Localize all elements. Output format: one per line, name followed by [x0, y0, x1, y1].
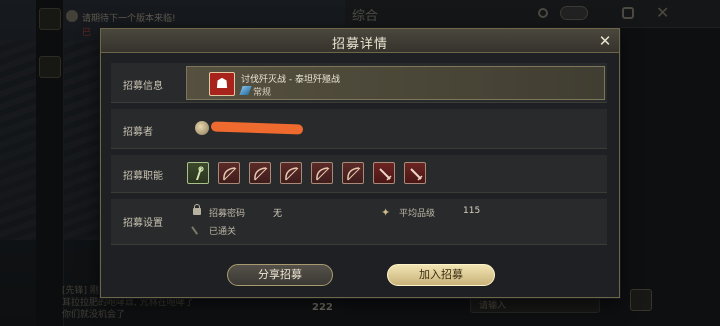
sword-icon [379, 168, 392, 181]
job-slots [187, 162, 426, 184]
sword-icon [191, 222, 204, 235]
recruit-details-dialog: 招募详情 ✕ 招募信息 ☗ 讨伐歼灭战 - 泰坦歼殛战 常规 招募者 招募职能 [100, 28, 620, 298]
bow-icon [316, 167, 330, 181]
melee-job-slot[interactable] [373, 162, 395, 184]
password-value: 无 [273, 209, 283, 219]
melee-job-slot[interactable] [404, 162, 426, 184]
sword-icon [239, 86, 252, 95]
recruiter-avatar[interactable] [195, 121, 209, 135]
ranged-job-slot[interactable] [311, 162, 333, 184]
bow-icon [254, 167, 268, 181]
recruiter-label: 招募者 [123, 127, 153, 138]
bow-icon [285, 167, 299, 181]
cleared-label: 已通关 [209, 227, 237, 237]
recruit-info-label: 招募信息 [123, 81, 163, 92]
dialog-header: 招募详情 ✕ [101, 29, 619, 53]
share-recruit-button[interactable]: 分享招募 [227, 264, 333, 286]
recruit-info-row: 招募信息 ☗ 讨伐歼灭战 - 泰坦歼殛战 常规 [111, 63, 607, 103]
ranged-job-slot[interactable] [249, 162, 271, 184]
ranged-job-slot[interactable] [342, 162, 364, 184]
item-level-icon: ✦ [381, 206, 391, 219]
bow-icon [347, 167, 361, 181]
join-recruit-button[interactable]: 加入招募 [387, 264, 495, 286]
recruit-settings-row: 招募设置 招募密码 无 ✦ 平均品级 115 已通关 [111, 199, 607, 245]
ranged-job-slot[interactable] [218, 162, 240, 184]
recruit-jobs-row: 招募职能 [111, 155, 607, 193]
bow-icon [223, 167, 237, 181]
duty-type: 常规 [253, 88, 272, 98]
healer-job-slot[interactable] [187, 162, 209, 184]
ranged-job-slot[interactable] [280, 162, 302, 184]
dialog-title: 招募详情 [331, 37, 388, 52]
recruiter-name-redacted [210, 121, 304, 135]
lock-icon [193, 204, 201, 215]
duty-icon: ☗ [209, 72, 235, 96]
password-label: 招募密码 [209, 209, 246, 219]
duty-card[interactable]: ☗ 讨伐歼灭战 - 泰坦歼殛战 常规 [186, 66, 605, 100]
sword-icon [410, 168, 423, 181]
recruit-settings-label: 招募设置 [123, 218, 163, 229]
healer-icon [196, 166, 204, 180]
close-icon[interactable]: ✕ [595, 31, 615, 51]
item-level-label: 平均品级 [399, 209, 436, 219]
recruit-jobs-label: 招募职能 [123, 171, 163, 182]
recruiter-row: 招募者 [111, 109, 607, 149]
duty-name: 讨伐歼灭战 - 泰坦歼殛战 [241, 75, 340, 85]
item-level-value: 115 [463, 206, 481, 216]
